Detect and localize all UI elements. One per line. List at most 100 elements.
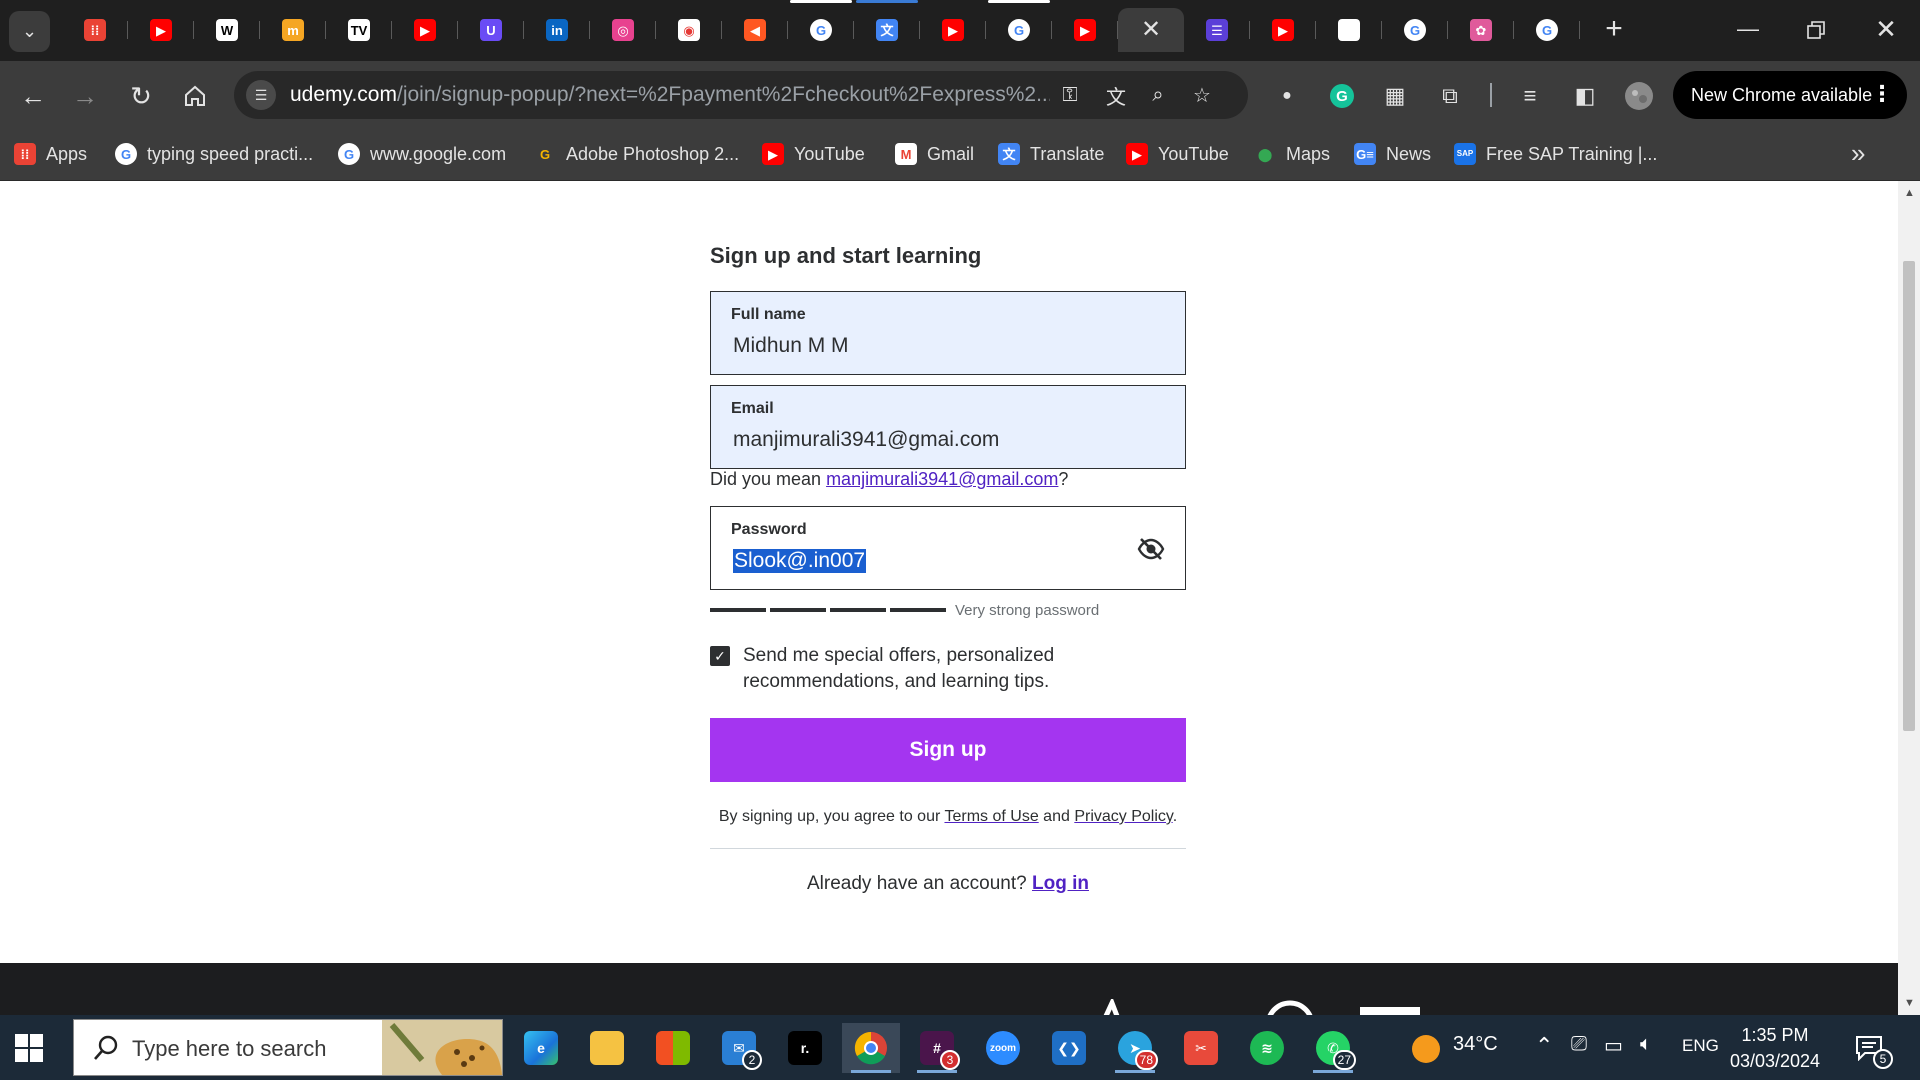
store-button[interactable] [644,1023,702,1073]
whatsapp-button[interactable]: ✆ 27 [1304,1023,1362,1073]
browser-tab[interactable]: in [524,8,590,52]
roblox-button[interactable]: r. [776,1023,834,1073]
extension-mouse-icon[interactable]: ● [1270,79,1304,113]
tab-active[interactable]: ✕ [1118,8,1184,52]
browser-tab[interactable]: ◎ [590,8,656,52]
scroll-down-icon[interactable]: ▼ [1904,997,1915,1009]
bookmark-item[interactable]: ⁞⁞ Apps [14,138,87,170]
minimize-button[interactable]: — [1718,0,1778,61]
address-bar[interactable]: ☰ udemy.com/join/signup-popup/?next=%2Fp… [234,71,1248,119]
browser-tab[interactable]: G [1382,8,1448,52]
windows-start-icon[interactable] [14,1033,44,1063]
browser-tab[interactable]: G [788,0,854,52]
browser-tab[interactable]: U [458,8,524,52]
terms-of-use-link[interactable]: Terms of Use [944,808,1038,825]
browser-tab[interactable]: ▶ [392,8,458,52]
privacy-policy-link[interactable]: Privacy Policy [1074,808,1172,825]
zoom-icon[interactable]: ⌕ [1144,81,1172,109]
snipping-tool-button[interactable]: ✂ [1172,1023,1230,1073]
browser-tab[interactable]: ☰ [1184,8,1250,52]
browser-tab[interactable]: ▶ [1052,8,1118,52]
bookmark-item[interactable]: SAP Free SAP Training |... [1454,138,1657,170]
bookmark-item[interactable]: M Gmail [895,138,974,170]
page-scrollbar[interactable]: ▲ ▼ [1898,181,1920,1015]
grammarly-button[interactable]: G [1325,79,1359,113]
bookmarks-overflow-icon[interactable]: » [1851,138,1865,169]
news-extension-icon[interactable]: ▦ [1378,79,1412,113]
notification-center-button[interactable]: 5 [1853,1033,1893,1069]
sign-up-button[interactable]: Sign up [710,718,1186,782]
browser-tab[interactable] [1316,8,1382,52]
password-field[interactable]: Password Slook@.in007 [710,506,1186,590]
zoom-button[interactable]: zoom [974,1023,1032,1073]
edge-button[interactable]: e [512,1023,570,1073]
weather-sun-icon[interactable] [1412,1035,1440,1063]
restore-button[interactable] [1786,0,1846,61]
browser-tab[interactable]: ◉ [656,8,722,52]
telegram-button[interactable]: ➤ 78 [1106,1023,1164,1073]
eye-slash-icon[interactable] [1137,535,1165,563]
browser-tab[interactable]: m [260,8,326,52]
url-text[interactable]: udemy.com/join/signup-popup/?next=%2Fpay… [290,83,1050,107]
suggested-email-link[interactable]: manjimurali3941@gmail.com [826,469,1058,489]
full-name-value[interactable]: Midhun M M [733,334,849,358]
bookmark-item[interactable]: G≡ News [1354,138,1431,170]
volume-icon[interactable]: 🔈︎ [1640,1033,1652,1056]
scroll-up-icon[interactable]: ▲ [1904,187,1915,199]
file-explorer-button[interactable] [578,1023,636,1073]
weather-temperature[interactable]: 34°C [1453,1033,1498,1056]
close-icon[interactable]: ✕ [1141,18,1161,42]
full-name-field[interactable]: Full name Midhun M M [710,291,1186,375]
browser-tab[interactable]: ▶ [1250,8,1316,52]
profile-avatar[interactable] [1622,79,1656,113]
log-in-link[interactable]: Log in [1032,873,1089,894]
bookmark-item[interactable]: Gwww.google.com [338,138,506,170]
forward-button[interactable]: → [66,77,104,115]
password-key-icon[interactable]: ⚿ [1056,81,1084,109]
browser-tab[interactable]: ✿ [1448,8,1514,52]
password-value[interactable]: Slook@.in007 [733,549,867,573]
side-panel-icon[interactable]: ◧ [1568,79,1602,113]
extensions-puzzle-icon[interactable]: ⧉ [1433,79,1467,113]
chrome-button[interactable] [842,1023,900,1073]
more-menu-icon[interactable]: ⋮ [1871,81,1893,107]
email-field[interactable]: Email manjimurali3941@gmai.com [710,385,1186,469]
tab-search-button[interactable]: ⌄ [9,11,50,52]
site-info-button[interactable]: ☰ [246,80,276,110]
meet-now-icon[interactable]: ⎚ [1571,1033,1587,1056]
optin-checkbox[interactable]: ✓ [710,646,730,666]
back-button[interactable]: ← [14,77,52,115]
vscode-button[interactable]: ❮❯ [1040,1023,1098,1073]
bookmark-item[interactable]: ▶ YouTube [1126,138,1229,170]
taskbar-search-box[interactable]: Type here to search [73,1019,503,1076]
bookmark-item[interactable]: ▶ YouTube [762,138,865,170]
browser-tab[interactable]: ◀ [722,8,788,52]
browser-tab[interactable]: G [1514,8,1580,52]
language-indicator[interactable]: ENG [1682,1036,1719,1056]
mail-button[interactable]: ✉ 2 [710,1023,768,1073]
media-queue-icon[interactable]: ≡ [1513,79,1547,113]
email-value[interactable]: manjimurali3941@gmai.com [733,428,999,452]
optin-label[interactable]: Send me special offers, personalized rec… [743,643,1103,695]
browser-tab[interactable]: G [986,0,1052,52]
bookmark-item[interactable]: G Adobe Photoshop 2... [534,138,739,170]
browser-tab[interactable]: TV [326,8,392,52]
bookmark-item[interactable]: 文 Translate [998,138,1104,170]
slack-button[interactable]: #3 [908,1023,966,1073]
scroll-thumb[interactable] [1903,261,1915,731]
browser-tab[interactable]: ⁞⁞ [62,8,128,52]
reload-button[interactable]: ↻ [122,77,160,115]
chrome-update-chip[interactable]: New Chrome available ⋮ [1673,71,1907,119]
new-tab-button[interactable]: + [1597,12,1631,48]
translate-icon[interactable]: 文 [1102,81,1130,109]
close-window-button[interactable]: ✕ [1856,0,1916,61]
chevron-up-icon[interactable]: ⌃ [1535,1033,1553,1059]
browser-tab[interactable]: 文 [854,0,920,52]
bookmark-item[interactable]: ⬤ Maps [1254,138,1330,170]
bookmark-item[interactable]: Gtyping speed practi... [115,138,313,170]
home-button[interactable] [176,77,214,115]
spotify-button[interactable]: ≋ [1238,1023,1296,1073]
browser-tab[interactable]: W [194,8,260,52]
battery-icon[interactable]: ▭ [1604,1033,1623,1058]
bookmark-star-icon[interactable]: ☆ [1188,81,1216,109]
